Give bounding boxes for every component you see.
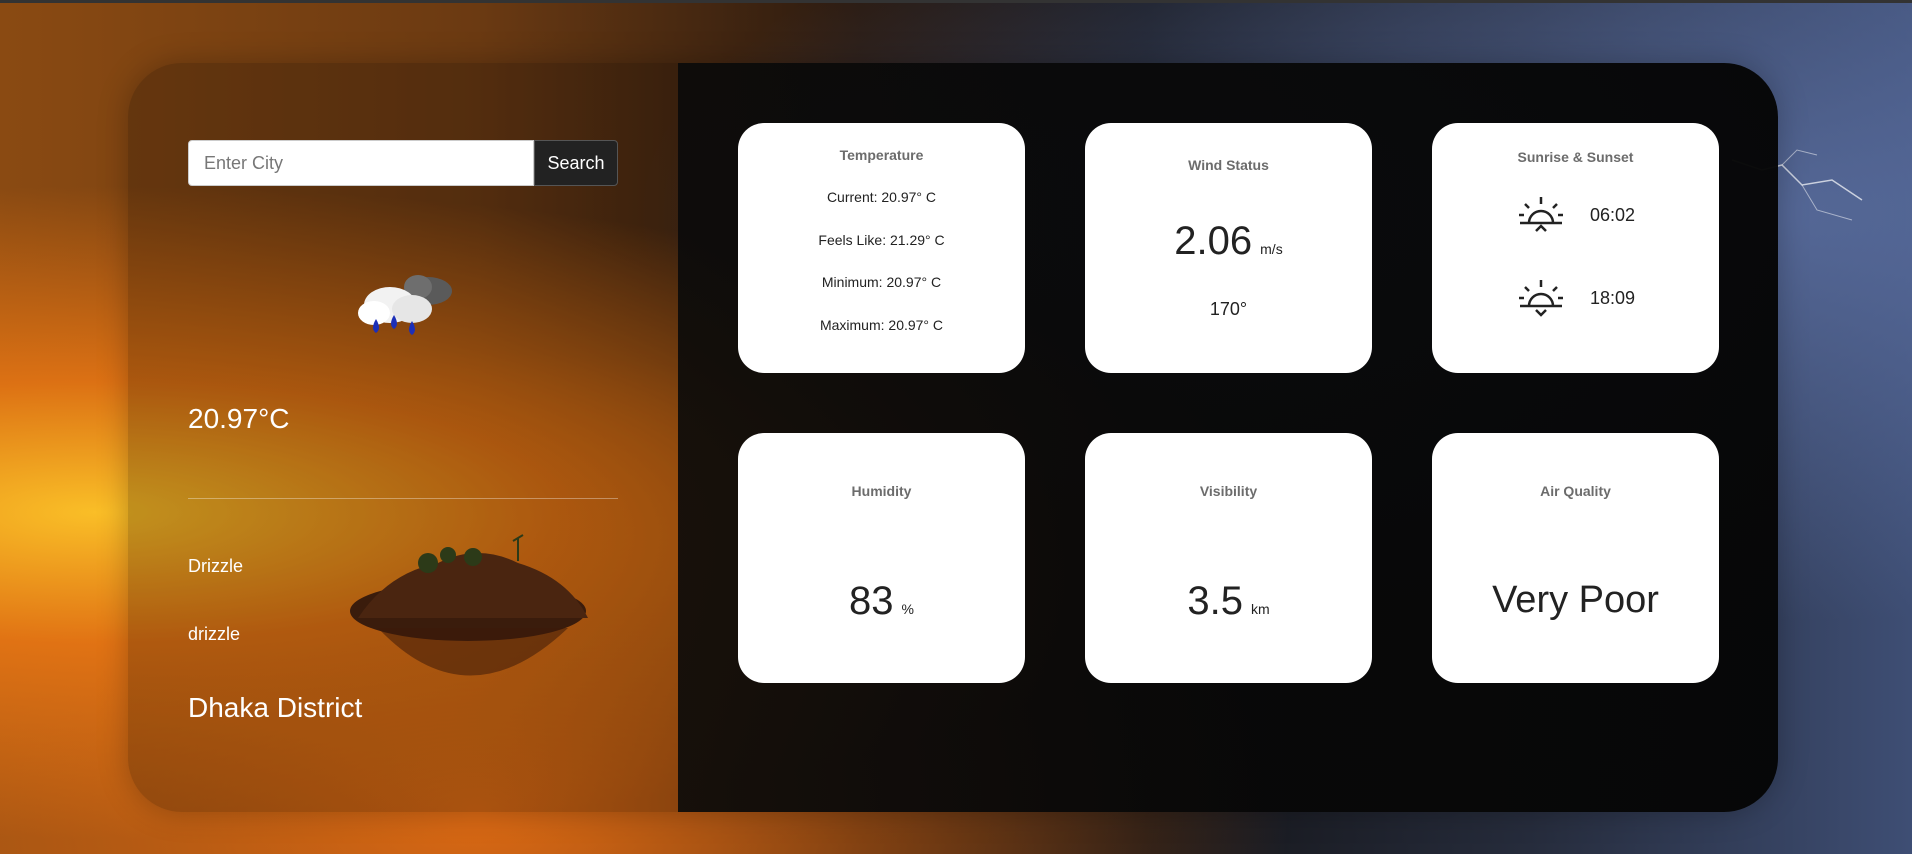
- city-search: Search: [188, 140, 618, 186]
- card-title: Wind Status: [1188, 157, 1269, 173]
- weather-dashboard: Search 20.97°C Drizzle drizzle Dhaka Dis…: [128, 63, 1778, 812]
- wind-speed: 2.06 m/s: [1085, 219, 1372, 264]
- air-quality-card: Air Quality Very Poor: [1432, 433, 1719, 683]
- sunset-icon: [1518, 280, 1563, 317]
- sunrise-sunset-card: Sunrise & Sunset 06:02 18:09: [1432, 123, 1719, 373]
- current-weather-panel: Search 20.97°C Drizzle drizzle Dhaka Dis…: [128, 63, 678, 812]
- humidity-unit: %: [901, 601, 914, 617]
- temperature-maximum: Maximum: 20.97° C: [819, 317, 944, 333]
- sunrise-row: 06:02: [1432, 195, 1719, 235]
- card-title: Air Quality: [1540, 483, 1611, 499]
- wind-direction: 170°: [1209, 299, 1248, 319]
- air-quality-value: Very Poor: [1492, 579, 1659, 621]
- humidity-card: Humidity 83%: [738, 433, 1025, 683]
- visibility-card: Visibility 3.5 km: [1085, 433, 1372, 683]
- wind-card: Wind Status 2.06 m/s 170°: [1085, 123, 1372, 373]
- visibility-reading: 3.5 km: [1085, 579, 1372, 624]
- highlights-panel: Temperature Current: 20.97° C Feels Like…: [678, 63, 1778, 812]
- island-background-image: [350, 534, 588, 676]
- weather-condition: Drizzle: [188, 556, 244, 576]
- temperature-feels-like: Feels Like: 21.29° C: [818, 232, 945, 248]
- weather-description: drizzle: [188, 624, 241, 644]
- temperature-card: Temperature Current: 20.97° C Feels Like…: [738, 123, 1025, 373]
- visibility-unit: km: [1250, 601, 1270, 617]
- temperature-current: Current: 20.97° C: [826, 189, 937, 205]
- divider: [188, 498, 618, 499]
- current-temperature: 20.97°C: [188, 403, 290, 434]
- card-title: Temperature: [839, 147, 924, 163]
- card-title: Visibility: [1199, 483, 1258, 499]
- visibility-value: 3.5: [1187, 579, 1243, 623]
- sunrise-time: 06:02: [1589, 204, 1636, 225]
- sunset-time: 18:09: [1589, 287, 1636, 308]
- rain-cloud-icon: [358, 275, 452, 335]
- sunrise-icon: [1518, 197, 1563, 232]
- sunset-row: 18:09: [1432, 278, 1719, 318]
- humidity-value: 83: [849, 579, 894, 623]
- city-search-input[interactable]: [188, 140, 534, 186]
- wind-speed-unit: m/s: [1260, 241, 1283, 257]
- location-name: Dhaka District: [188, 692, 363, 723]
- wind-speed-value: 2.06: [1174, 219, 1253, 263]
- card-title: Humidity: [851, 483, 912, 499]
- search-button[interactable]: Search: [534, 140, 618, 186]
- humidity-reading: 83%: [738, 579, 1025, 624]
- temperature-minimum: Minimum: 20.97° C: [821, 274, 942, 290]
- card-title: Sunrise & Sunset: [1517, 149, 1634, 165]
